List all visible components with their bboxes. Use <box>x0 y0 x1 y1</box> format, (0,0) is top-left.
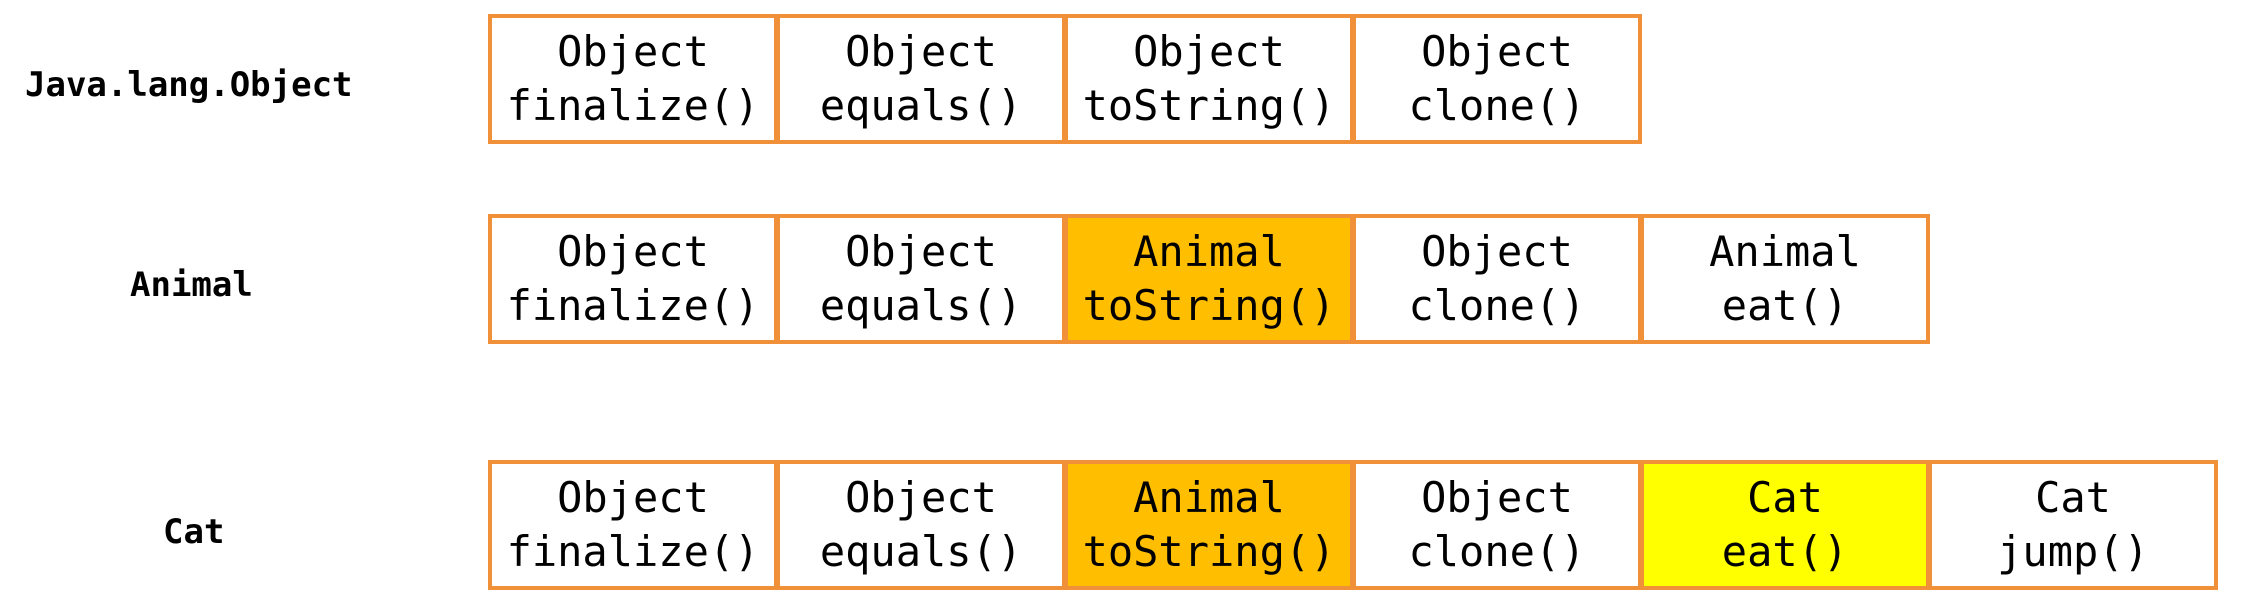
method-cell: Cat jump() <box>1928 460 2218 590</box>
method-cell: Object finalize() <box>488 214 778 344</box>
method-name-label: clone() <box>1408 281 1586 330</box>
method-name-label: toString() <box>1082 281 1336 330</box>
method-name-label: clone() <box>1408 81 1586 130</box>
method-owner-label: Object <box>1421 27 1573 76</box>
method-cell: Object clone() <box>1352 214 1642 344</box>
method-name-label: finalize() <box>506 81 760 130</box>
row-label-animal: Animal <box>130 265 253 305</box>
method-owner-label: Animal <box>1133 473 1285 522</box>
method-cell: Object toString() <box>1064 14 1354 144</box>
method-name-label: jump() <box>1997 527 2149 576</box>
method-cell: Object clone() <box>1352 14 1642 144</box>
method-cell: Animal toString() <box>1064 460 1354 590</box>
method-owner-label: Object <box>1421 473 1573 522</box>
method-name-label: finalize() <box>506 281 760 330</box>
method-owner-label: Cat <box>1747 473 1823 522</box>
method-name-label: clone() <box>1408 527 1586 576</box>
method-owner-label: Animal <box>1133 227 1285 276</box>
method-cell: Object finalize() <box>488 14 778 144</box>
method-owner-label: Animal <box>1709 227 1861 276</box>
method-owner-label: Cat <box>2035 473 2111 522</box>
method-owner-label: Object <box>557 473 709 522</box>
method-cell: Animal eat() <box>1640 214 1930 344</box>
method-name-label: eat() <box>1721 527 1849 576</box>
method-owner-label: Object <box>557 27 709 76</box>
method-cell: Object equals() <box>776 460 1066 590</box>
method-name-label: toString() <box>1082 527 1336 576</box>
method-owner-label: Object <box>1133 27 1285 76</box>
method-name-label: finalize() <box>506 527 760 576</box>
row-label-java-lang-object: Java.lang.Object <box>25 65 353 105</box>
method-cell: Object finalize() <box>488 460 778 590</box>
method-name-label: equals() <box>819 527 1023 576</box>
method-name-label: toString() <box>1082 81 1336 130</box>
method-owner-label: Object <box>557 227 709 276</box>
method-cell: Object equals() <box>776 14 1066 144</box>
method-owner-label: Object <box>845 27 997 76</box>
method-name-label: equals() <box>819 81 1023 130</box>
row-label-cat: Cat <box>163 512 225 552</box>
method-cell: Animal toString() <box>1064 214 1354 344</box>
method-owner-label: Object <box>1421 227 1573 276</box>
method-owner-label: Object <box>845 227 997 276</box>
method-cell: Object clone() <box>1352 460 1642 590</box>
method-cell: Cat eat() <box>1640 460 1930 590</box>
method-owner-label: Object <box>845 473 997 522</box>
method-cell: Object equals() <box>776 214 1066 344</box>
method-name-label: equals() <box>819 281 1023 330</box>
method-name-label: eat() <box>1721 281 1849 330</box>
